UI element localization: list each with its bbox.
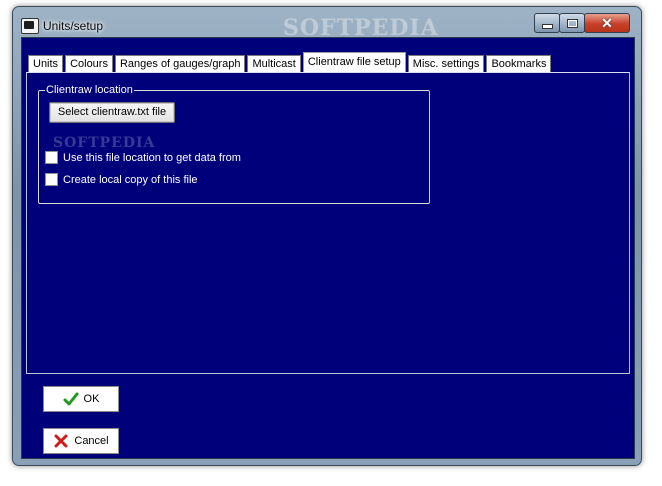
use-location-row[interactable]: Use this file location to get data from — [45, 151, 241, 164]
setup-window: Units/setup SOFTPEDIA ✕ Units Colours Ra… — [12, 6, 642, 466]
x-icon — [54, 434, 68, 448]
use-location-label: Use this file location to get data from — [63, 151, 241, 164]
title-bar[interactable]: Units/setup SOFTPEDIA ✕ — [13, 7, 641, 41]
tab-bookmarks[interactable]: Bookmarks — [486, 55, 552, 72]
maximize-icon — [566, 18, 578, 28]
tab-units[interactable]: Units — [28, 55, 64, 72]
tab-colours[interactable]: Colours — [65, 55, 113, 72]
cancel-button[interactable]: Cancel — [43, 428, 119, 454]
tab-misc-settings[interactable]: Misc. settings — [407, 55, 485, 72]
minimize-button[interactable] — [534, 13, 560, 33]
tab-clientraw-file-setup[interactable]: Clientraw file setup — [302, 52, 406, 72]
check-icon — [63, 392, 79, 406]
clientraw-tab-panel: Clientraw location Select clientraw.txt … — [26, 72, 630, 374]
client-area: Units Colours Ranges of gauges/graph Mul… — [21, 37, 635, 459]
window-title: Units/setup — [43, 19, 104, 33]
maximize-button[interactable] — [559, 13, 585, 33]
ok-button[interactable]: OK — [43, 386, 119, 412]
ok-label: OK — [83, 393, 100, 405]
use-location-checkbox[interactable] — [45, 151, 58, 164]
close-icon: ✕ — [601, 15, 613, 31]
clientraw-location-group: Clientraw location Select clientraw.txt … — [38, 84, 430, 204]
tab-strip: Units Colours Ranges of gauges/graph Mul… — [28, 52, 553, 72]
tab-ranges[interactable]: Ranges of gauges/graph — [114, 55, 246, 72]
local-copy-label: Create local copy of this file — [63, 173, 198, 186]
local-copy-row[interactable]: Create local copy of this file — [45, 173, 198, 186]
tab-multicast[interactable]: Multicast — [247, 55, 301, 72]
softpedia-watermark-mid: SOFTPEDIA — [53, 135, 156, 151]
group-title: Clientraw location — [45, 84, 134, 97]
cancel-label: Cancel — [74, 435, 109, 447]
minimize-icon — [541, 24, 553, 29]
select-clientraw-button[interactable]: Select clientraw.txt file — [49, 102, 175, 123]
app-window-icon — [21, 18, 39, 34]
close-button[interactable]: ✕ — [584, 13, 630, 33]
local-copy-checkbox[interactable] — [45, 173, 58, 186]
